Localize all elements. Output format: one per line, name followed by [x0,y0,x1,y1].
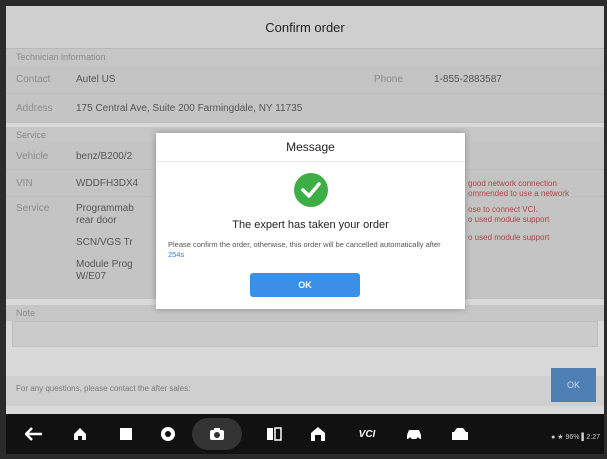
camera-icon[interactable] [192,418,242,450]
status-bar-text: ● ★ 96% ▌2:27 [551,434,600,441]
workshop-icon[interactable] [448,422,472,446]
navigation-bar: VCI ● ★ 96% ▌2:27 [6,414,604,454]
home-icon[interactable] [68,422,92,446]
dialog-detail: Please confirm the order, otherwise, thi… [168,240,455,260]
recent-apps-icon[interactable] [114,422,138,446]
dialog-ok-button[interactable]: OK [250,273,360,297]
check-circle-icon [294,173,328,207]
car-icon[interactable] [402,422,426,446]
vpn-icon[interactable] [156,422,180,446]
dialog-message: The expert has taken your order [232,219,389,231]
dialog-title: Message [156,133,465,162]
screen: Confirm order Technician information Con… [6,6,604,454]
garage-icon[interactable] [306,422,330,446]
vci-icon[interactable]: VCI [350,422,384,446]
dialog-detail-text: Please confirm the order, otherwise, thi… [168,240,441,249]
message-dialog: Message The expert has taken your order … [156,133,465,309]
split-screen-icon[interactable] [262,422,286,446]
vci-text: VCI [358,428,376,440]
back-icon[interactable] [22,422,46,446]
countdown-text: 254s [168,250,185,259]
